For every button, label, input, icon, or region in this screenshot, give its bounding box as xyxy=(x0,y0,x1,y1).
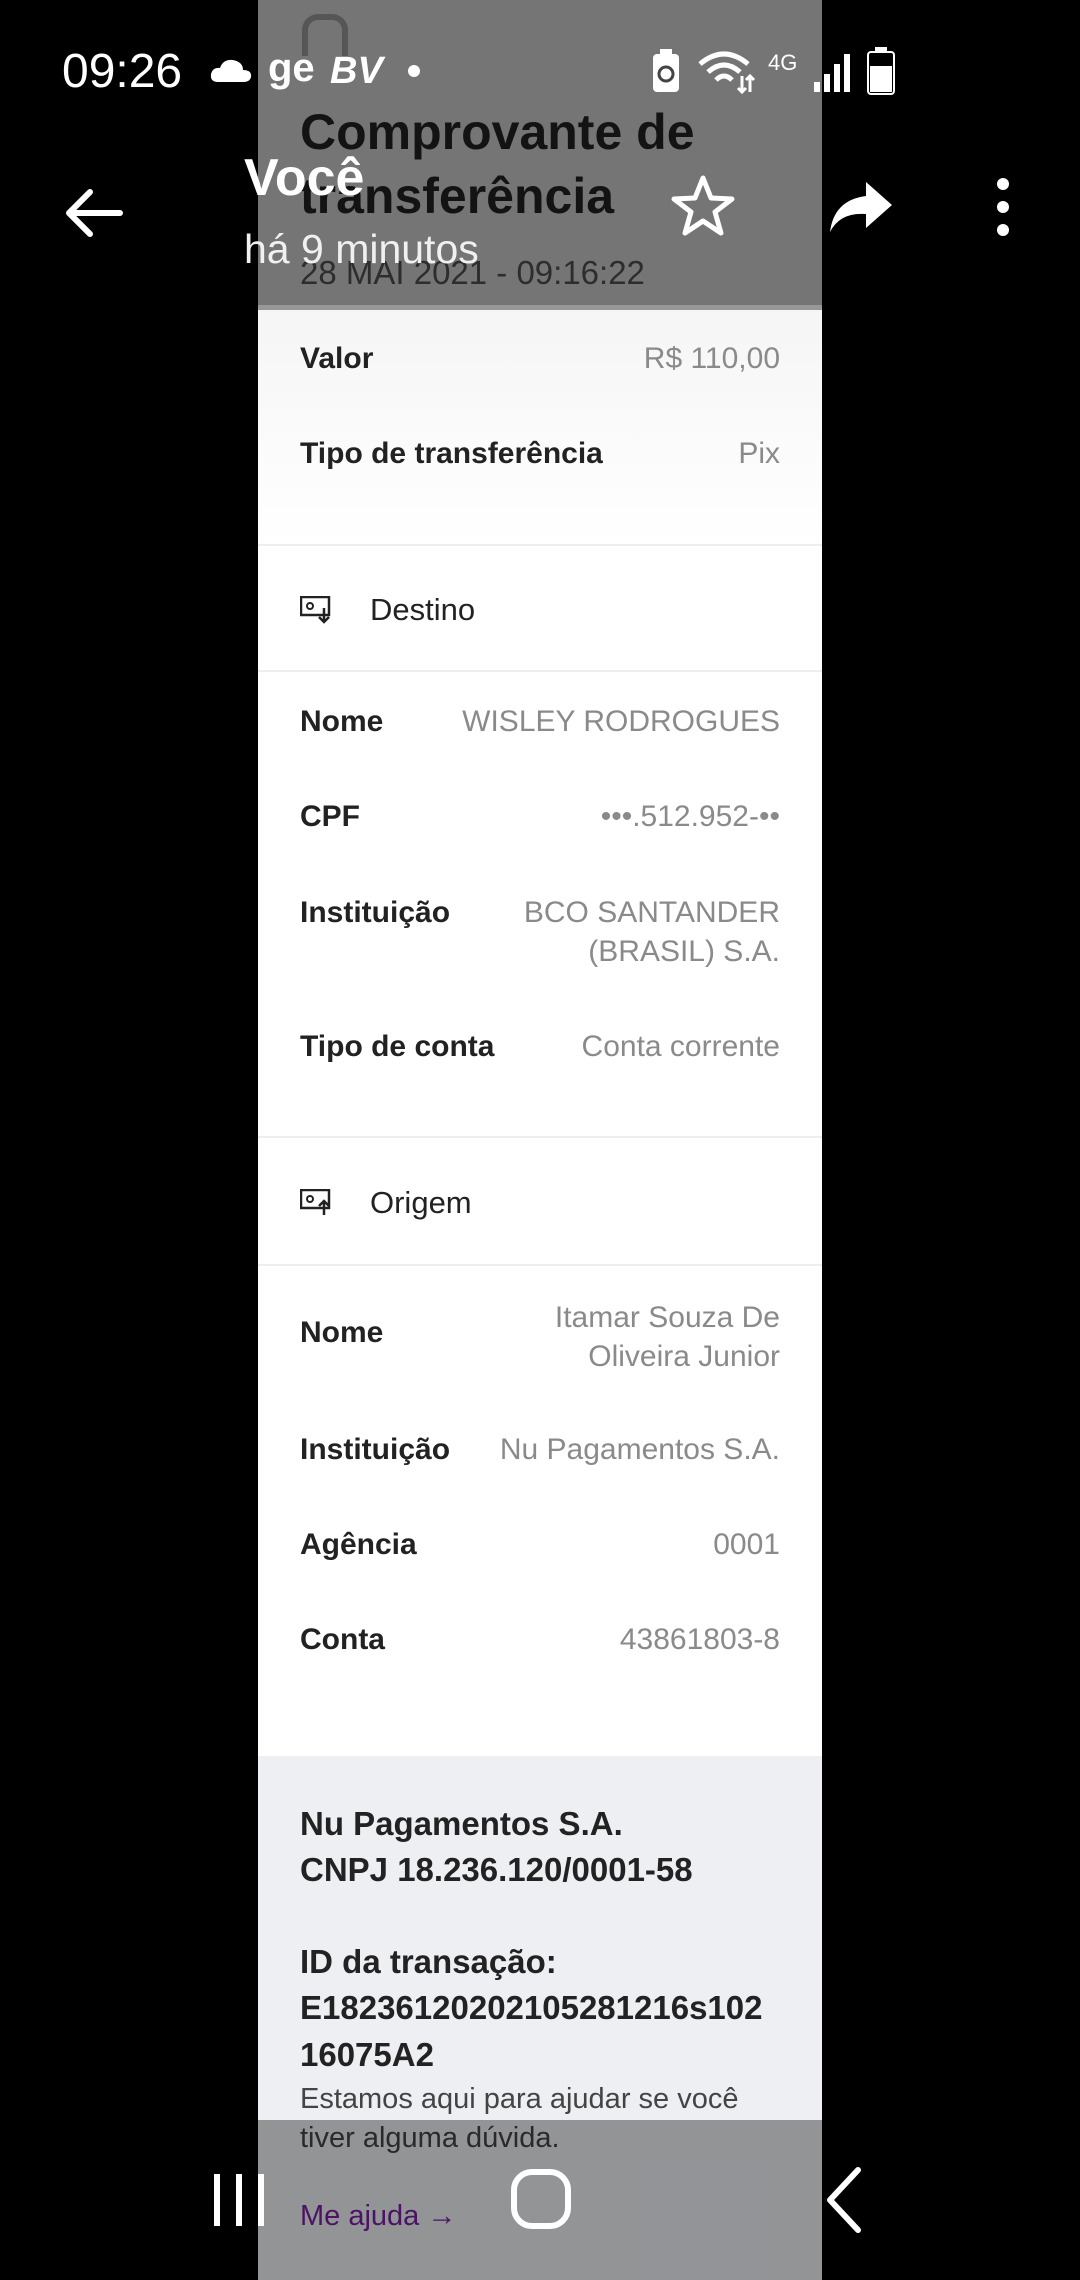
destino-heading: Destino xyxy=(300,592,780,632)
status-bar: 09:26 ge BV 4G xyxy=(0,0,1080,116)
divider xyxy=(258,670,822,672)
destino-nome-value: WISLEY RODROGUES xyxy=(462,705,780,738)
transaction-id-label: ID da transação: xyxy=(300,1943,557,1980)
ge-app-icon: ge xyxy=(268,46,315,90)
agencia-label: Agência xyxy=(300,1528,417,1561)
home-icon[interactable] xyxy=(502,2160,582,2240)
summary-section xyxy=(258,305,822,545)
destino-instituicao-value: BCO SANTANDER (BRASIL) S.A. xyxy=(523,896,780,968)
cpf-value: •••.512.952-•• xyxy=(600,800,780,833)
wifi-icon xyxy=(698,51,756,94)
battery-saver-icon xyxy=(653,49,679,92)
transaction-id: E18236120202105281216s10216075A2 xyxy=(300,1989,763,2073)
tipo-transferencia-label: Tipo de transferência xyxy=(300,437,603,470)
cloud-icon xyxy=(210,59,252,82)
cpf-label: CPF xyxy=(300,800,360,833)
share-icon[interactable] xyxy=(826,172,896,242)
conta-label: Conta xyxy=(300,1623,385,1656)
valor-label: Valor xyxy=(300,342,374,375)
more-vert-icon[interactable] xyxy=(968,172,1038,242)
company-name: Nu Pagamentos S.A. xyxy=(300,1805,623,1842)
back-arrow-icon[interactable] xyxy=(60,178,130,248)
network-type: 4G xyxy=(768,50,798,75)
origem-nome-value: Itamar Souza De Oliveira Junior xyxy=(554,1301,780,1373)
bv-app-icon: BV xyxy=(330,50,383,92)
destino-nome-label: Nome xyxy=(300,705,384,738)
destino-instituicao-label: Instituição xyxy=(300,896,451,929)
tipo-transferencia-value: Pix xyxy=(738,437,780,470)
sender-name: Você xyxy=(244,149,365,207)
origem-icon xyxy=(300,1189,331,1215)
divider xyxy=(258,1136,822,1138)
destino-icon xyxy=(300,596,331,624)
divider xyxy=(258,544,822,546)
star-icon[interactable] xyxy=(668,172,738,242)
tipo-conta-label: Tipo de conta xyxy=(300,1030,495,1063)
origem-label: Origem xyxy=(370,1185,472,1220)
cnpj-text: CNPJ 18.236.120/0001-58 xyxy=(300,1851,693,1888)
divider xyxy=(258,1264,822,1266)
receipt-image: Comprovante de transferência 28 MAI 2021… xyxy=(258,0,822,2280)
origem-nome-label: Nome xyxy=(300,1316,384,1349)
nav-back-icon[interactable] xyxy=(806,2160,886,2240)
origem-instituicao-label: Instituição xyxy=(300,1433,451,1466)
origem-heading: Origem xyxy=(300,1185,780,1225)
sent-time: há 9 minutos xyxy=(244,226,479,272)
signal-icon xyxy=(814,54,850,92)
dot-icon xyxy=(408,65,420,77)
recents-icon[interactable] xyxy=(200,2160,280,2240)
valor-value: R$ 110,00 xyxy=(643,342,780,375)
conta-value: 43861803-8 xyxy=(619,1623,780,1656)
battery-icon xyxy=(867,47,895,95)
origem-instituicao-value: Nu Pagamentos S.A. xyxy=(499,1433,780,1466)
agencia-value: 0001 xyxy=(713,1528,780,1561)
clock: 09:26 xyxy=(62,45,183,98)
destino-label: Destino xyxy=(370,592,476,627)
tipo-conta-value: Conta corrente xyxy=(581,1030,780,1063)
